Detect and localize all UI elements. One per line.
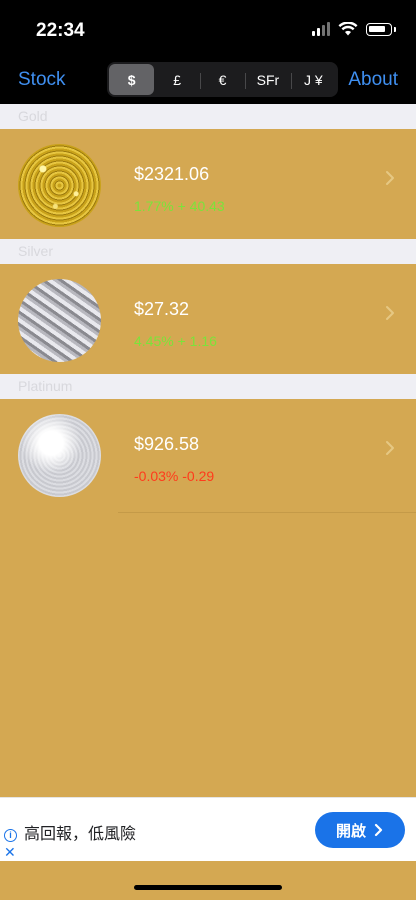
chevron-right-icon — [386, 306, 394, 320]
metal-row-gold[interactable]: $2321.06 1.77% + 40.43 — [0, 129, 416, 239]
ad-text: 高回報，低風險 — [24, 826, 137, 843]
segment-jpy[interactable]: J ¥ — [290, 64, 336, 95]
section-header-platinum: Platinum — [0, 374, 416, 399]
segment-gbp[interactable]: £ — [154, 64, 199, 95]
price-value: $2321.06 — [134, 164, 210, 184]
price-value: $27.32 — [134, 299, 190, 319]
ad-info-icon[interactable]: i — [4, 829, 17, 842]
gold-thumbnail — [18, 144, 101, 227]
platinum-thumbnail — [18, 414, 101, 497]
section-title: Gold — [18, 108, 48, 124]
ad-banner[interactable]: i ✕ 高回報，低風險 開啟 — [0, 797, 416, 861]
price-value: $926.58 — [134, 434, 200, 454]
section-header-silver: Silver — [0, 239, 416, 264]
home-indicator — [134, 885, 282, 890]
top-bar: 22:34 Stock $ £ € SFr J ¥ About — [0, 0, 416, 104]
wifi-icon — [338, 22, 358, 36]
section-header-gold: Gold — [0, 104, 416, 129]
currency-segmented-control: $ £ € SFr J ¥ — [107, 62, 338, 97]
chevron-right-icon — [386, 441, 394, 455]
segment-chf[interactable]: SFr — [245, 64, 290, 95]
cellular-signal-icon — [312, 22, 330, 36]
ad-open-label: 開啟 — [335, 822, 366, 840]
about-button[interactable]: About — [348, 69, 398, 91]
chevron-right-icon — [386, 171, 394, 185]
chevron-right-icon — [374, 823, 383, 837]
metal-row-silver[interactable]: $27.32 4.45% + 1.16 — [0, 264, 416, 374]
ad-close-icon[interactable]: ✕ — [4, 844, 16, 861]
section-title: Platinum — [18, 378, 73, 394]
price-change: 1.77% + 40.43 — [134, 198, 225, 214]
ad-open-button[interactable]: 開啟 — [315, 812, 405, 848]
stock-button[interactable]: Stock — [18, 69, 66, 91]
battery-icon — [366, 22, 396, 36]
silver-thumbnail — [18, 279, 101, 362]
status-time: 22:34 — [36, 20, 85, 41]
price-change: -0.03% -0.29 — [134, 468, 215, 484]
price-change: 4.45% + 1.16 — [134, 333, 217, 349]
segment-eur[interactable]: € — [199, 64, 245, 95]
segment-usd[interactable]: $ — [109, 64, 155, 95]
status-icons — [312, 22, 396, 36]
section-title: Silver — [18, 243, 54, 259]
metal-row-platinum[interactable]: $926.58 -0.03% -0.29 — [0, 399, 416, 513]
